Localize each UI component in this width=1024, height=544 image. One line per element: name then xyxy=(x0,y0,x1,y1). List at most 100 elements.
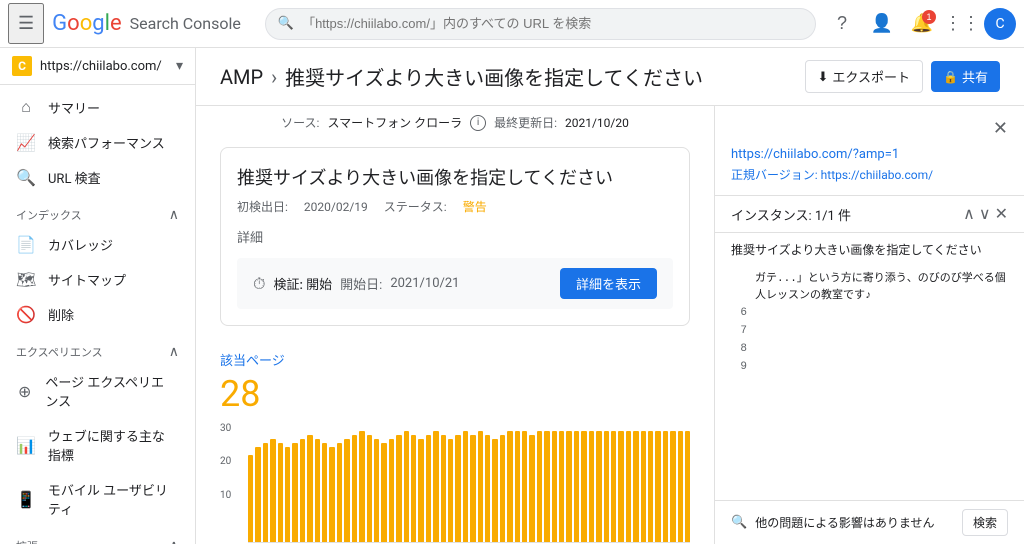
chart-bar xyxy=(478,431,483,542)
bar-chart: 30 20 10 xyxy=(220,423,690,543)
chart-bar xyxy=(433,431,438,542)
source-bar: ソース: スマートフォン クローラ i 最終更新日: 2021/10/20 xyxy=(196,106,714,139)
export-icon: ⬇ xyxy=(818,69,829,85)
issue-details-label: 詳細 xyxy=(237,227,673,246)
accounts-button[interactable]: 👤 xyxy=(864,6,900,42)
chart-bar xyxy=(426,435,431,542)
app-name: Search Console xyxy=(130,14,241,33)
sidebar-item-page-experience[interactable]: ⊕ ページ エクスペリエンス xyxy=(0,364,187,418)
removal-icon: 🚫 xyxy=(16,305,36,324)
chart-bar xyxy=(507,431,512,542)
panel-canonical: 正規バージョン: https://chiilabo.com/ xyxy=(731,166,1008,183)
chart-bar xyxy=(263,443,268,542)
line-number: 8 xyxy=(731,341,747,358)
apps-button[interactable]: ⋮⋮ xyxy=(944,6,980,42)
canonical-url[interactable]: https://chiilabo.com/ xyxy=(821,168,933,182)
chart-bar xyxy=(322,443,327,542)
chart-bar xyxy=(574,431,579,542)
section-label-extensions: 拡張 xyxy=(16,538,38,544)
search-input[interactable] xyxy=(302,16,803,31)
avatar[interactable]: C xyxy=(984,8,1016,40)
sidebar-label-summary: サマリー xyxy=(48,98,100,117)
chart-bar xyxy=(589,431,594,542)
chart-bar xyxy=(685,431,690,542)
chart-bar xyxy=(655,431,660,542)
sidebar-item-summary[interactable]: ⌂ サマリー xyxy=(0,89,187,125)
chart-bar xyxy=(337,443,342,542)
right-panel: ✕ https://chiilabo.com/?amp=1 正規バージョン: h… xyxy=(714,106,1024,544)
instance-prev-button[interactable]: ∧ xyxy=(963,204,975,224)
search-bar[interactable]: 🔍 xyxy=(265,8,816,40)
verify-label: 検証: 開始 xyxy=(273,274,332,293)
line-number xyxy=(731,271,747,304)
source-label: ソース: xyxy=(281,114,319,131)
chart-bar xyxy=(381,443,386,542)
chart-bar xyxy=(559,431,564,542)
y-label-20: 20 xyxy=(220,456,244,467)
line-code: ガテ...」という方に寄り添う、のびのび学べる個人レッスンの教室です♪ xyxy=(755,271,1008,304)
sidebar-item-performance[interactable]: 📈 検索パフォーマンス xyxy=(0,125,187,160)
section-label-index: インデックス xyxy=(16,207,82,223)
chart-bar xyxy=(566,431,571,542)
export-label: エクスポート xyxy=(832,67,910,86)
sidebar-item-coverage[interactable]: 📄 カバレッジ xyxy=(0,227,187,262)
sidebar-item-url-inspection[interactable]: 🔍 URL 検査 xyxy=(0,160,187,195)
chart-bar xyxy=(389,439,394,542)
code-line: 7 xyxy=(731,323,1008,340)
sidebar-item-mobile-usability[interactable]: 📱 モバイル ユーザビリティ xyxy=(0,472,187,526)
chart-count: 28 xyxy=(220,373,690,415)
chart-bar xyxy=(307,435,312,542)
chart-bar xyxy=(581,431,586,542)
instance-next-button[interactable]: ∨ xyxy=(979,204,991,224)
instances-nav: ∧ ∨ ✕ xyxy=(963,204,1008,224)
code-block: ガテ...」という方に寄り添う、のびのび学べる個人レッスンの教室です♪6789 xyxy=(715,262,1024,500)
chart-bar xyxy=(626,431,631,542)
topbar: ☰ Google Search Console 🔍 ? 👤 🔔 1 ⋮⋮ C xyxy=(0,0,1024,48)
status-label: ステータス: xyxy=(384,198,447,215)
sidebar-nav: ⌂ サマリー 📈 検索パフォーマンス 🔍 URL 検査 インデックス ∧ 📄 カ… xyxy=(0,85,195,544)
chart-bar xyxy=(611,431,616,542)
center-content: ソース: スマートフォン クローラ i 最終更新日: 2021/10/20 推奨… xyxy=(196,106,714,544)
sidebar-item-core-vitals[interactable]: 📊 ウェブに関する主な指標 xyxy=(0,418,187,472)
clock-icon: ⏱ xyxy=(253,274,265,294)
details-button[interactable]: 詳細を表示 xyxy=(560,268,657,299)
sidebar-label-url: URL 検査 xyxy=(48,168,101,187)
code-line: 9 xyxy=(731,359,1008,376)
chart-area: 該当ページ 28 30 20 10 xyxy=(196,334,714,544)
chart-bar xyxy=(344,439,349,542)
canonical-label: 正規バージョン: xyxy=(731,168,818,182)
property-selector[interactable]: C https://chiilabo.com/ ▾ xyxy=(0,48,195,85)
export-button[interactable]: ⬇ エクスポート xyxy=(805,60,924,93)
instance-close-button[interactable]: ✕ xyxy=(995,204,1008,224)
sidebar-item-removal[interactable]: 🚫 削除 xyxy=(0,297,187,332)
help-button[interactable]: ? xyxy=(824,6,860,42)
chart-bar xyxy=(455,435,460,542)
instances-bar: インスタンス: 1/1 件 ∧ ∨ ✕ xyxy=(715,196,1024,233)
share-button[interactable]: 🔒 共有 xyxy=(931,61,1000,92)
code-line: 8 xyxy=(731,341,1008,358)
topbar-icons: ? 👤 🔔 1 ⋮⋮ C xyxy=(824,6,1016,42)
chart-bar xyxy=(404,431,409,542)
chart-bar xyxy=(270,439,275,542)
chart-bar xyxy=(463,431,468,542)
first-detected-label: 初検出日: xyxy=(237,198,288,215)
panel-close-button[interactable]: ✕ xyxy=(993,118,1008,139)
breadcrumb-parent[interactable]: AMP xyxy=(220,65,263,89)
chart-bar xyxy=(678,431,683,542)
search-icon: 🔍 xyxy=(278,16,294,31)
info-icon[interactable]: i xyxy=(470,115,486,131)
other-issues-text: 他の問題による影響はありません xyxy=(755,514,954,531)
line-number: 9 xyxy=(731,359,747,376)
sidebar-label-coverage: カバレッジ xyxy=(48,235,113,254)
chart-bar xyxy=(352,435,357,542)
section-chevron-experience: ∧ xyxy=(169,344,179,360)
sidebar-item-sitemap[interactable]: 🗺 サイトマップ xyxy=(0,262,187,297)
chart-bar xyxy=(670,431,675,542)
menu-icon[interactable]: ☰ xyxy=(8,3,44,44)
sidebar-label-mobile: モバイル ユーザビリティ xyxy=(48,480,171,518)
chart-bar xyxy=(278,443,283,542)
notifications-button[interactable]: 🔔 1 xyxy=(904,6,940,42)
search-issues-button[interactable]: 検索 xyxy=(962,509,1008,536)
panel-url[interactable]: https://chiilabo.com/?amp=1 xyxy=(731,147,1008,162)
chart-bar xyxy=(470,435,475,542)
